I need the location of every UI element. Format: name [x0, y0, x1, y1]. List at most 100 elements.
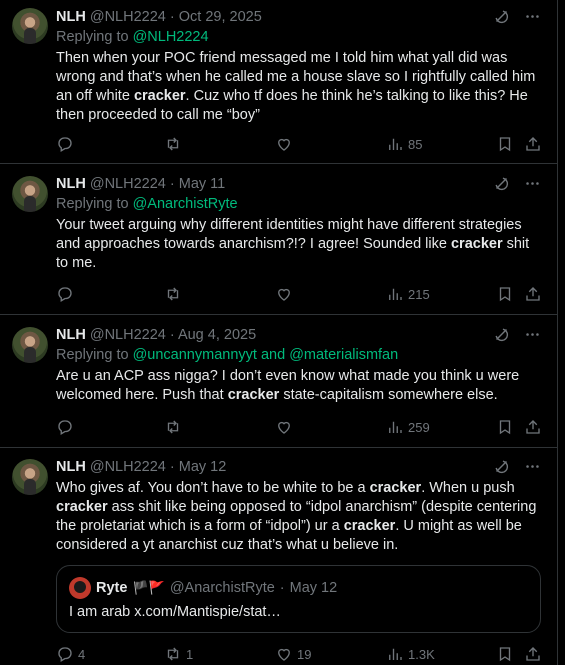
- author-handle[interactable]: @NLH2224: [90, 327, 166, 343]
- reply-count: 4: [78, 646, 86, 662]
- bookmark-button[interactable]: [496, 644, 514, 664]
- tweet-date[interactable]: Aug 4, 2025: [178, 327, 256, 343]
- views-icon: [389, 288, 402, 300]
- retweet-icon: [167, 287, 179, 301]
- more-icon[interactable]: [524, 8, 541, 30]
- share-icon: [526, 647, 540, 661]
- mention-link[interactable]: @NLH2224: [133, 29, 209, 45]
- share-button[interactable]: [524, 644, 542, 664]
- reply-button[interactable]: [56, 134, 78, 154]
- tweet[interactable]: NLH @NLH2224 · May 12 Who gives af. You …: [0, 448, 557, 665]
- views-button[interactable]: 85: [386, 134, 422, 154]
- avatar: [69, 577, 91, 599]
- more-icon[interactable]: [524, 175, 541, 197]
- mention-link[interactable]: @materialismfan: [289, 347, 398, 363]
- retweet-button[interactable]: [164, 284, 186, 304]
- like-button[interactable]: [275, 417, 297, 437]
- author-handle[interactable]: @NLH2224: [90, 459, 166, 475]
- views-button[interactable]: 215: [386, 284, 430, 304]
- reply-icon: [58, 137, 72, 152]
- tweet-date[interactable]: May 11: [179, 176, 225, 192]
- tweet-text: Your tweet arguing why different identit…: [56, 216, 541, 273]
- bookmark-button[interactable]: [496, 134, 514, 154]
- views-icon: [389, 138, 402, 150]
- bookmark-button[interactable]: [496, 417, 514, 437]
- tweet-header: NLH @NLH2224 · May 11: [56, 175, 541, 193]
- tweet[interactable]: NLH @NLH2224 · Aug 4, 2025 Replying to @…: [0, 315, 557, 448]
- author-name[interactable]: NLH: [56, 9, 86, 25]
- replying-label: Replying to: [56, 29, 129, 45]
- action-bar: 259: [56, 417, 541, 437]
- tweet-date[interactable]: May 12: [179, 459, 227, 475]
- more-icon[interactable]: [524, 458, 541, 480]
- mention-link[interactable]: @uncannymannyyt: [133, 347, 257, 363]
- author-name[interactable]: NLH: [56, 327, 86, 343]
- avatar[interactable]: [12, 8, 48, 44]
- avatar[interactable]: [12, 327, 48, 363]
- more-icon[interactable]: [524, 326, 541, 348]
- like-icon: [278, 288, 290, 301]
- tweet-header: NLH @NLH2224 · Aug 4, 2025: [56, 326, 541, 344]
- views-icon: [389, 421, 402, 433]
- bookmark-button[interactable]: [496, 284, 514, 304]
- tweet-text: Who gives af. You don’t have to be white…: [56, 479, 541, 555]
- share-button[interactable]: [524, 417, 542, 437]
- avatar[interactable]: [12, 459, 48, 495]
- retweet-count: 1: [186, 646, 194, 662]
- bookmark-icon: [499, 420, 511, 435]
- share-button[interactable]: [524, 134, 542, 154]
- like-icon: [278, 648, 290, 661]
- like-button[interactable]: 19: [275, 644, 311, 664]
- avatar[interactable]: [12, 176, 48, 212]
- share-button[interactable]: [524, 284, 542, 304]
- tweet-header: NLH @NLH2224 · Oct 29, 2025: [56, 8, 541, 26]
- separator: ·: [169, 459, 175, 475]
- author-handle[interactable]: @NLH2224: [90, 9, 166, 25]
- reply-button[interactable]: [56, 417, 78, 437]
- separator: ·: [169, 327, 175, 343]
- highlighted-term: cracker: [133, 88, 186, 104]
- bookmark-icon: [499, 137, 511, 152]
- separator: ·: [169, 9, 175, 25]
- text-segment: . When u push: [421, 480, 515, 496]
- highlighted-term: cracker: [56, 499, 108, 515]
- mention-link[interactable]: @AnarchistRyte: [133, 196, 238, 212]
- retweet-button[interactable]: [164, 134, 186, 154]
- text-segment: state-capitalism somewhere else.: [279, 387, 498, 403]
- reply-icon: [58, 287, 72, 302]
- mention-conjunction: and: [260, 347, 286, 363]
- tweet-header: NLH @NLH2224 · May 12: [56, 458, 541, 476]
- view-count: 1.3K: [408, 646, 435, 662]
- tweet[interactable]: NLH @NLH2224 · Oct 29, 2025 Replying to …: [0, 0, 557, 164]
- views-button[interactable]: 1.3K: [386, 644, 435, 664]
- grok-icon[interactable]: [493, 326, 510, 348]
- retweet-button[interactable]: 1: [164, 644, 193, 664]
- like-icon: [278, 138, 290, 151]
- quoted-author-name: Ryte: [96, 580, 128, 596]
- tweet-date[interactable]: Oct 29, 2025: [179, 9, 262, 25]
- grok-icon[interactable]: [493, 458, 510, 480]
- retweet-button[interactable]: [164, 417, 186, 437]
- retweet-icon: [167, 420, 179, 434]
- like-button[interactable]: [275, 284, 297, 304]
- author-name[interactable]: NLH: [56, 459, 86, 475]
- author-name[interactable]: NLH: [56, 176, 86, 192]
- action-bar: 4 1 19 1.3K: [56, 644, 541, 664]
- reply-button[interactable]: 4: [56, 644, 85, 664]
- grok-icon[interactable]: [493, 8, 510, 30]
- like-icon: [278, 421, 290, 434]
- reply-button[interactable]: [56, 284, 78, 304]
- author-handle[interactable]: @NLH2224: [90, 176, 166, 192]
- views-button[interactable]: 259: [386, 417, 430, 437]
- tweet-text: Then when your POC friend messaged me I …: [56, 49, 541, 125]
- tweet[interactable]: NLH @NLH2224 · May 11 Replying to @Anarc…: [0, 164, 557, 315]
- text-segment: Who gives af. You don’t have to be white…: [56, 480, 370, 496]
- quoted-tweet-text: I am arab x.com/Mantispie/stat…: [69, 604, 281, 620]
- replying-to: Replying to @NLH2224: [56, 27, 541, 47]
- like-button[interactable]: [275, 134, 297, 154]
- retweet-icon: [167, 647, 179, 661]
- grok-icon[interactable]: [493, 175, 510, 197]
- reply-icon: [58, 420, 72, 435]
- bookmark-icon: [499, 647, 511, 662]
- quoted-tweet[interactable]: Ryte 🏴🚩 @AnarchistRyte · May 12 I am ara…: [56, 565, 541, 633]
